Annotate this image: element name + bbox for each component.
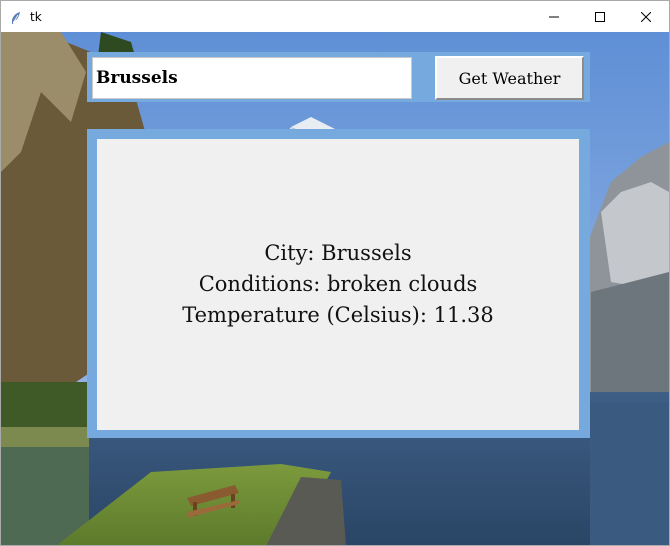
result-temperature-line: Temperature (Celsius): 11.38 xyxy=(182,303,494,327)
close-button[interactable] xyxy=(623,1,669,32)
minimize-button[interactable] xyxy=(531,1,577,32)
result-frame: City: Brussels Conditions: broken clouds… xyxy=(87,129,590,438)
close-icon xyxy=(641,11,651,22)
result-city-line: City: Brussels xyxy=(264,241,412,265)
search-frame: Get Weather xyxy=(87,52,590,102)
maximize-button[interactable] xyxy=(577,1,623,32)
app-window: tk Brussels Get Weather City: Brussels C… xyxy=(0,0,670,546)
maximize-icon xyxy=(595,11,605,22)
window-title: tk xyxy=(30,9,42,24)
get-weather-button[interactable]: Get Weather xyxy=(435,56,584,100)
minimize-icon xyxy=(549,16,559,17)
title-bar: tk xyxy=(1,1,669,32)
feather-icon xyxy=(10,10,22,24)
weather-result-label: City: Brussels Conditions: broken clouds… xyxy=(97,139,579,430)
window-controls xyxy=(531,1,669,32)
city-input[interactable] xyxy=(92,57,412,99)
result-conditions-line: Conditions: broken clouds xyxy=(198,272,478,296)
